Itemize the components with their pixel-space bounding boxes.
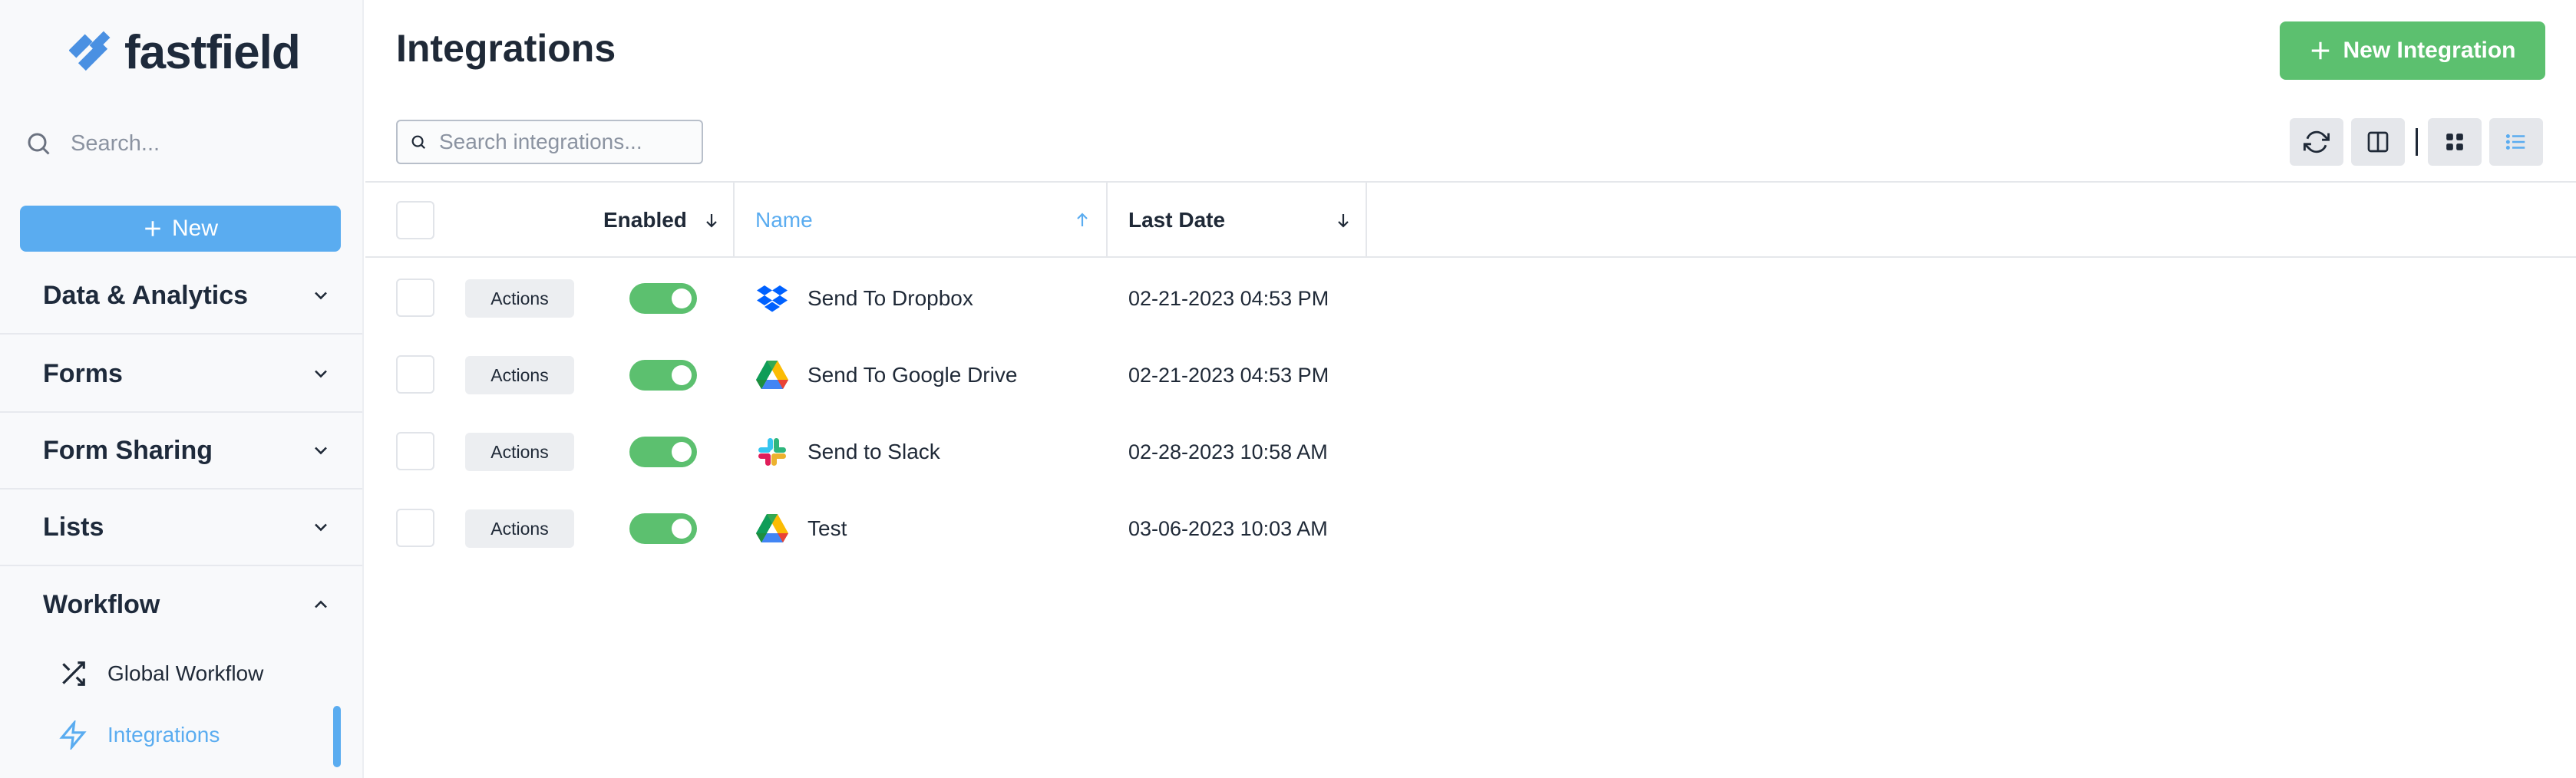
row-checkbox[interactable] xyxy=(396,432,434,470)
new-button[interactable]: New xyxy=(20,206,341,252)
column-header-last-date[interactable]: Last Date xyxy=(1128,183,1225,258)
arrow-up-icon xyxy=(1077,213,1088,226)
arrow-down-icon xyxy=(706,214,717,228)
table-row: Actions Send to Slack 02-28-2023 10:58 A… xyxy=(365,413,2576,490)
new-integration-button[interactable]: New Integration xyxy=(2280,21,2545,80)
plus-icon xyxy=(2312,41,2330,60)
column-header-label: Name xyxy=(755,208,813,232)
google-drive-icon xyxy=(755,358,789,392)
logo-text: fastfield xyxy=(124,25,301,79)
sidebar: fastfield Search... New Data & Analytics… xyxy=(0,0,364,778)
slack-icon xyxy=(755,435,789,469)
active-indicator xyxy=(333,706,341,767)
dropbox-icon xyxy=(755,282,789,315)
enabled-toggle[interactable] xyxy=(629,437,697,467)
table-row: Actions Send To Dropbox 02-21-2023 04:53… xyxy=(365,259,2576,336)
enabled-toggle[interactable] xyxy=(629,513,697,544)
table-row: Actions Send To Google Drive 02-21-2023 … xyxy=(365,336,2576,413)
page-title: Integrations xyxy=(396,27,616,70)
chevron-up-icon xyxy=(315,600,327,608)
chevron-down-icon xyxy=(315,523,327,532)
google-drive-icon xyxy=(755,512,789,546)
column-divider xyxy=(1366,183,1367,258)
logo[interactable]: fastfield xyxy=(69,23,301,81)
integration-name: Send To Google Drive xyxy=(807,363,1018,387)
new-button-label: New xyxy=(171,216,218,241)
actions-button[interactable]: Actions xyxy=(465,279,574,318)
lightning-icon xyxy=(59,720,87,750)
column-header-name[interactable]: Name xyxy=(755,183,813,258)
chevron-down-icon xyxy=(315,447,327,455)
sidebar-item-global-workflow[interactable]: Global Workflow xyxy=(58,651,263,697)
last-date: 02-21-2023 04:53 PM xyxy=(1128,364,1329,387)
integration-name: Send To Dropbox xyxy=(807,286,973,310)
arrow-down-icon xyxy=(1338,214,1349,228)
column-header-label: Enabled xyxy=(603,208,687,232)
enabled-toggle[interactable] xyxy=(629,360,697,391)
last-date: 02-21-2023 04:53 PM xyxy=(1128,287,1329,310)
nav-section-workflow[interactable]: Workflow xyxy=(0,566,362,643)
nav-section-lists[interactable]: Lists xyxy=(0,490,362,566)
toggle-knob xyxy=(672,365,692,385)
column-header-label: Last Date xyxy=(1128,208,1226,232)
toggle-knob xyxy=(672,442,692,462)
row-checkbox[interactable] xyxy=(396,355,434,394)
shuffle-icon xyxy=(62,661,85,686)
nav-section-label: Forms xyxy=(43,358,123,388)
fastfield-logo-icon xyxy=(69,31,111,71)
column-divider xyxy=(733,183,735,258)
nav-section-form-sharing[interactable]: Form Sharing xyxy=(0,413,362,490)
enabled-toggle[interactable] xyxy=(629,283,697,314)
sidebar-item-label: Global Workflow xyxy=(107,661,264,685)
nav-section-forms[interactable]: Forms xyxy=(0,336,362,413)
column-header-enabled[interactable]: Enabled xyxy=(603,183,721,258)
nav-section-label: Workflow xyxy=(43,589,160,619)
columns-icon xyxy=(2367,131,2389,153)
refresh-icon xyxy=(2304,130,2330,153)
nav-section-data-analytics[interactable]: Data & Analytics xyxy=(0,258,362,335)
nav-section-label: Lists xyxy=(43,512,104,542)
plus-icon xyxy=(145,221,160,236)
actions-button[interactable]: Actions xyxy=(465,509,574,548)
toggle-knob xyxy=(672,519,692,539)
sidebar-item-integrations[interactable]: Integrations xyxy=(58,712,220,758)
columns-button[interactable] xyxy=(2351,118,2405,166)
search-icon xyxy=(411,135,426,150)
nav-section-label: Form Sharing xyxy=(43,435,213,465)
actions-button[interactable]: Actions xyxy=(465,356,574,394)
sidebar-search[interactable]: Search... xyxy=(25,123,339,164)
search-icon xyxy=(28,133,50,155)
refresh-button[interactable] xyxy=(2290,118,2343,166)
integrations-search-input[interactable]: Search integrations... xyxy=(396,120,703,164)
grid-view-icon xyxy=(2446,134,2463,150)
new-integration-label: New Integration xyxy=(2343,38,2516,63)
table-row: Actions Test 03-06-2023 10:03 AM xyxy=(365,490,2576,566)
integration-name: Test xyxy=(807,516,847,540)
toolbar-divider xyxy=(2416,128,2418,156)
select-all-checkbox[interactable] xyxy=(396,201,434,239)
row-checkbox[interactable] xyxy=(396,279,434,317)
sidebar-item-label: Integrations xyxy=(107,723,220,747)
nav-section-label: Data & Analytics xyxy=(43,280,249,310)
integration-name: Send to Slack xyxy=(807,440,940,463)
last-date: 03-06-2023 10:03 AM xyxy=(1128,517,1328,540)
list-view-icon xyxy=(2505,134,2525,150)
column-divider xyxy=(1106,183,1108,258)
grid-view-button[interactable] xyxy=(2428,118,2482,166)
last-date: 02-28-2023 10:58 AM xyxy=(1128,440,1328,463)
chevron-down-icon xyxy=(315,370,327,378)
toggle-knob xyxy=(672,288,692,308)
chevron-down-icon xyxy=(315,292,327,300)
actions-button[interactable]: Actions xyxy=(465,433,574,471)
row-checkbox[interactable] xyxy=(396,509,434,547)
search-placeholder: Search integrations... xyxy=(439,130,642,153)
list-view-button[interactable] xyxy=(2489,118,2543,166)
table-header: Enabled Name Last Date xyxy=(365,181,2576,258)
sidebar-search-input[interactable]: Search... xyxy=(71,131,160,157)
